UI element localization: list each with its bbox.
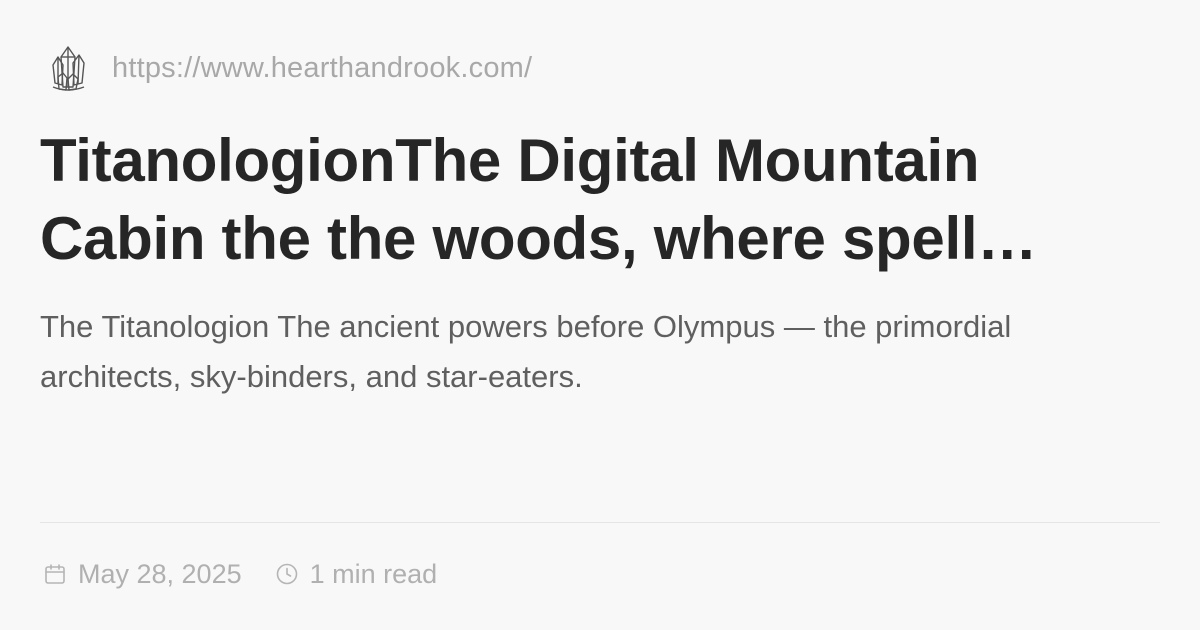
- article-description: The Titanologion The ancient powers befo…: [40, 309, 1012, 394]
- publish-date: May 28, 2025: [42, 559, 242, 590]
- clock-icon: [274, 561, 300, 587]
- link-preview-card[interactable]: https://www.hearthandrook.com/ Titanolog…: [0, 0, 1200, 630]
- publish-date-text: May 28, 2025: [78, 558, 242, 589]
- crystal-cluster-icon: [48, 42, 88, 94]
- read-time: 1 min read: [274, 558, 438, 590]
- article-title[interactable]: TitanologionThe Digital Mountain Cabin t…: [40, 122, 1160, 278]
- read-time-text: 1 min read: [309, 558, 438, 589]
- calendar-icon: [42, 561, 68, 587]
- article-meta: May 28, 2025 1 min read: [42, 552, 437, 596]
- divider: [40, 522, 1160, 523]
- site-header: https://www.hearthandrook.com/: [48, 42, 532, 94]
- site-url[interactable]: https://www.hearthandrook.com/: [112, 52, 532, 85]
